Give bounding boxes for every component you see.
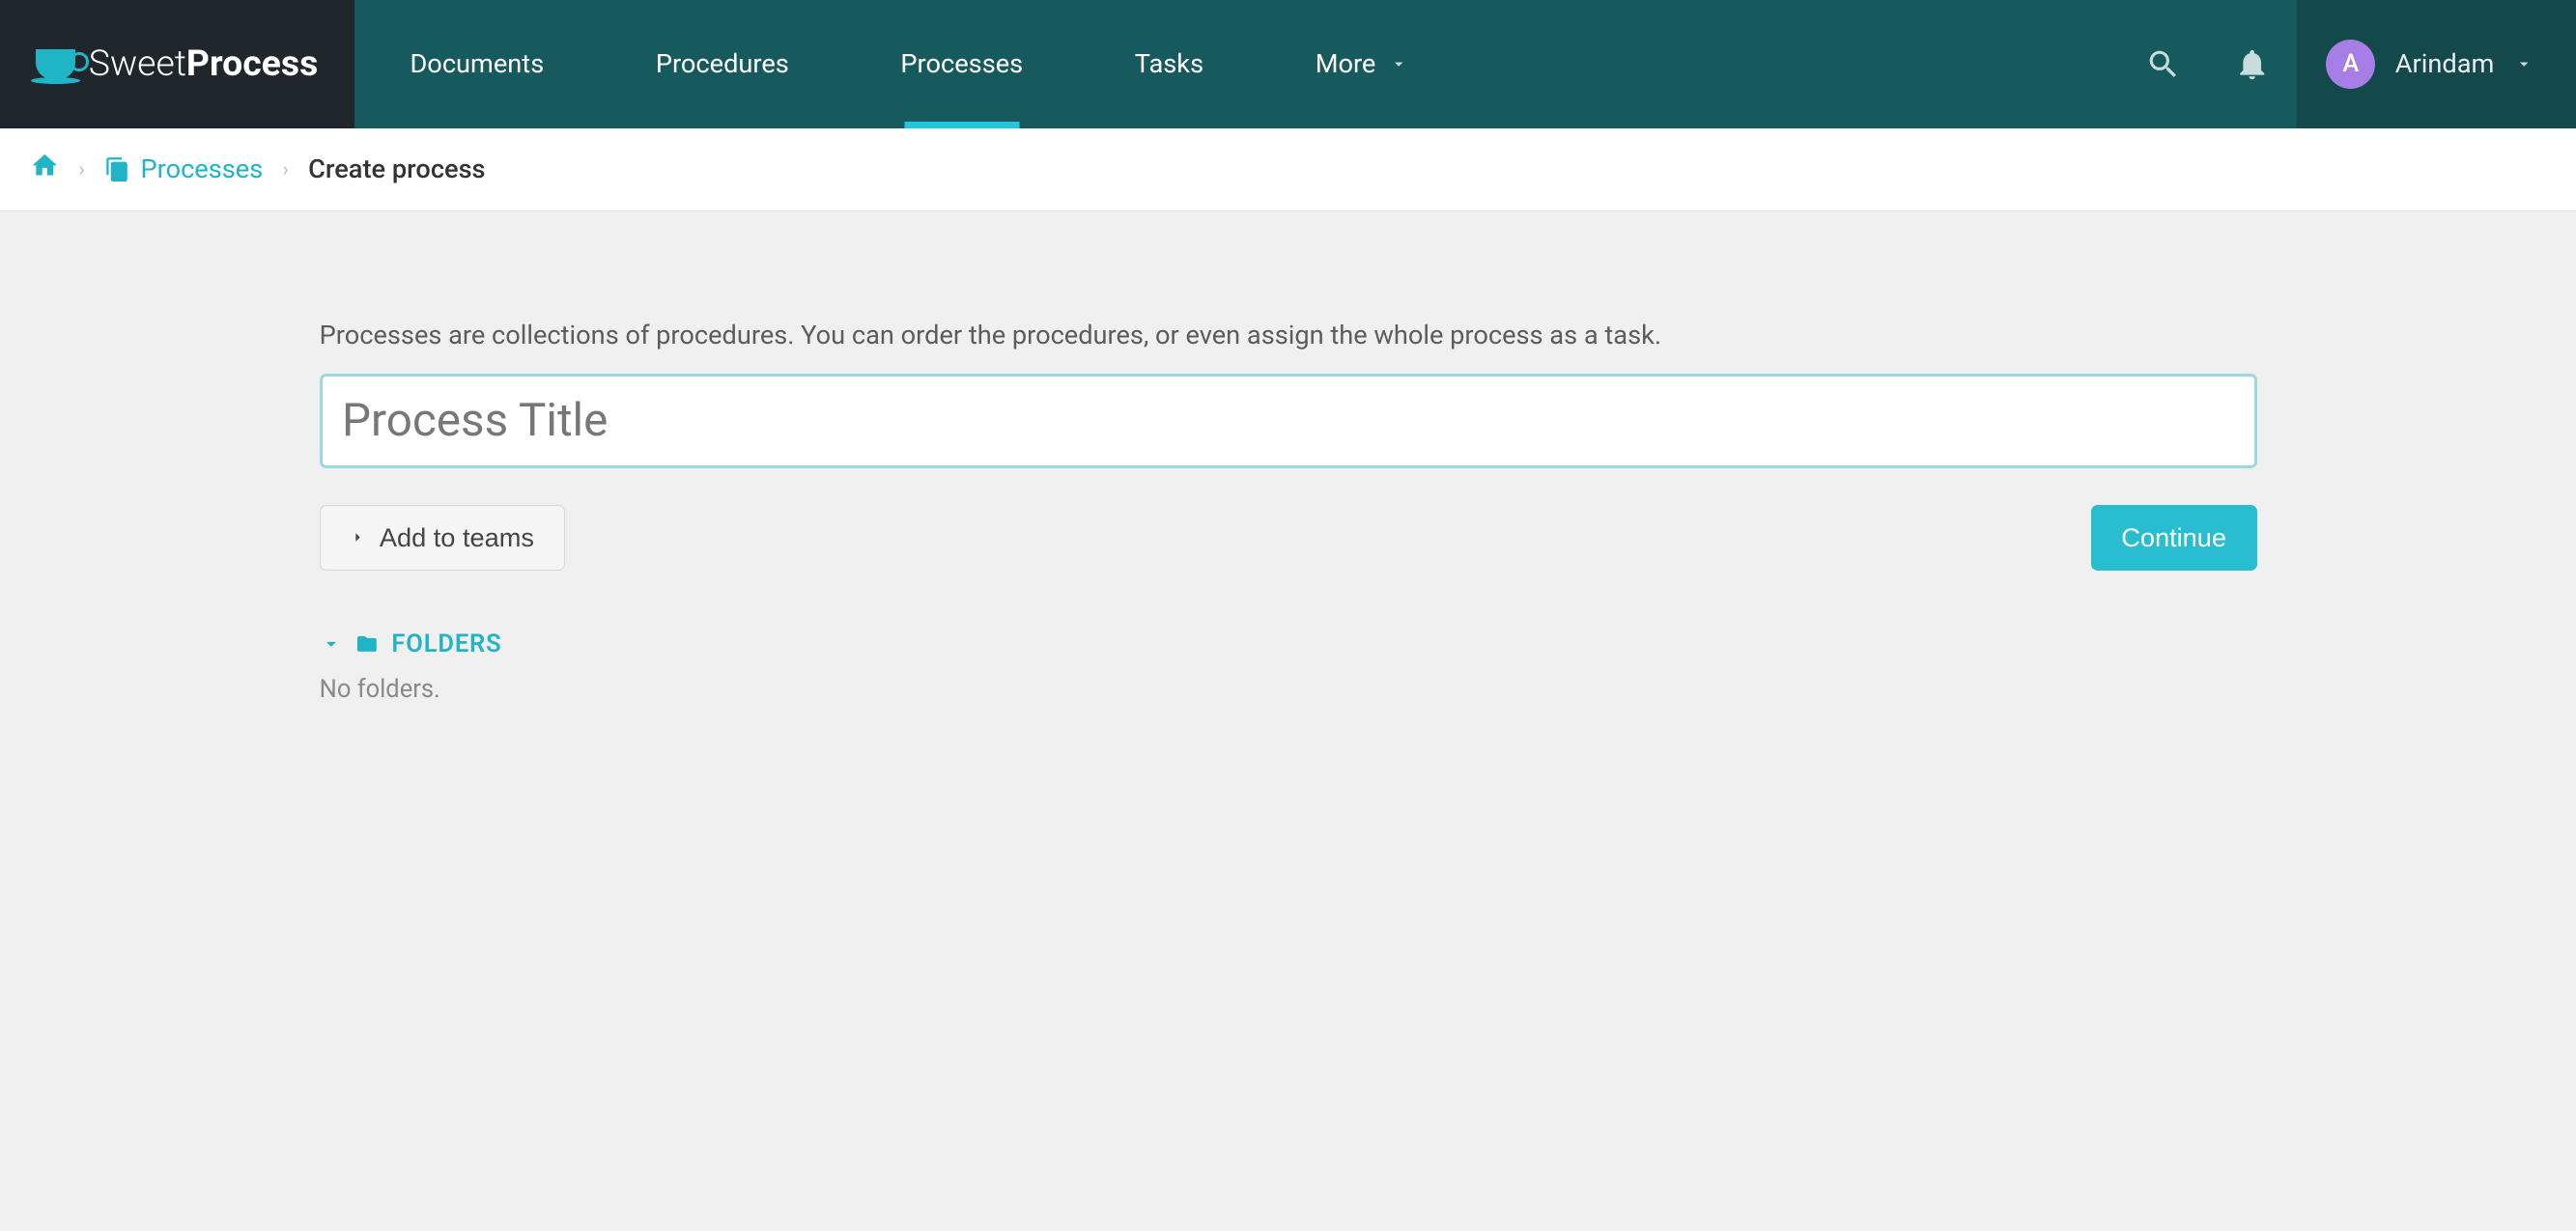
user-name: Arindam	[2395, 48, 2495, 79]
top-nav: SweetProcess Documents Procedures Proces…	[0, 0, 2576, 128]
cup-icon	[36, 49, 75, 79]
chevron-down-icon	[2514, 54, 2534, 73]
breadcrumb-current: Create process	[308, 154, 485, 184]
main-content: Processes are collections of procedures.…	[303, 211, 2274, 704]
breadcrumb: › Processes › Create process	[0, 128, 2576, 211]
avatar: A	[2326, 40, 2375, 89]
process-title-input[interactable]	[320, 374, 2257, 469]
nav-processes[interactable]: Processes	[845, 0, 1079, 128]
nav-documents[interactable]: Documents	[354, 0, 600, 128]
folder-icon	[355, 632, 379, 656]
documents-stack-icon	[104, 156, 130, 182]
folders-empty-text: No folders.	[320, 675, 2257, 704]
folders-toggle[interactable]: FOLDERS	[320, 629, 2257, 658]
nav-procedures[interactable]: Procedures	[600, 0, 845, 128]
breadcrumb-processes-link[interactable]: Processes	[104, 154, 263, 184]
chevron-down-icon	[320, 632, 343, 656]
page-description: Processes are collections of procedures.…	[320, 320, 2257, 350]
user-menu[interactable]: A Arindam	[2297, 0, 2576, 128]
search-icon[interactable]	[2119, 0, 2208, 128]
brand-logo[interactable]: SweetProcess	[0, 0, 354, 128]
breadcrumb-home[interactable]	[30, 151, 60, 187]
nav-more[interactable]: More	[1260, 0, 1464, 128]
bell-icon[interactable]	[2208, 0, 2297, 128]
add-to-teams-button[interactable]: Add to teams	[320, 505, 565, 571]
continue-button[interactable]: Continue	[2091, 505, 2257, 571]
breadcrumb-separator: ›	[283, 157, 289, 181]
chevron-down-icon	[1389, 54, 1408, 73]
nav-tasks[interactable]: Tasks	[1079, 0, 1260, 128]
chevron-right-icon	[350, 529, 366, 546]
nav-items: Documents Procedures Processes Tasks Mor…	[354, 0, 2297, 128]
breadcrumb-separator: ›	[79, 157, 85, 181]
brand-text: SweetProcess	[89, 42, 319, 85]
home-icon	[30, 151, 60, 181]
